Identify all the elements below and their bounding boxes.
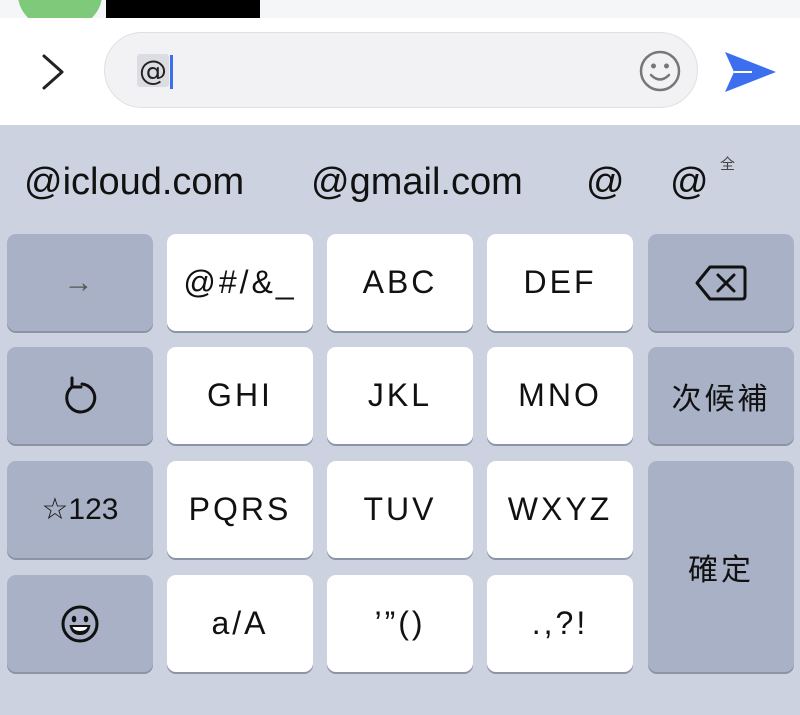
suggestion-at-halfwidth[interactable]: @ <box>586 159 625 205</box>
key-mno[interactable]: MNO <box>487 347 633 444</box>
fullwidth-mark: 全 <box>720 155 736 173</box>
key-label: DEF <box>523 264 597 300</box>
key-label: ABC <box>362 264 438 300</box>
key-punctuation[interactable]: .,?! <box>487 575 633 672</box>
key-symbols[interactable]: @#/&_ <box>167 234 313 331</box>
key-label: .,?! <box>531 605 589 641</box>
message-input-text: @ <box>137 53 173 89</box>
emoji-key[interactable] <box>7 575 153 672</box>
message-input[interactable]: @ <box>104 32 698 108</box>
suggestion-bar: @icloud.com @gmail.com @ @ 全 <box>0 125 800 230</box>
suggestion-gmail[interactable]: @gmail.com <box>311 159 523 205</box>
text-caret <box>170 55 173 89</box>
suggestion-at-fullwidth[interactable]: @ <box>670 159 709 205</box>
key-label: WXYZ <box>507 491 613 527</box>
emoji-icon <box>60 604 100 644</box>
key-label: 確定 <box>688 553 754 587</box>
delete-icon <box>694 264 748 302</box>
numbers-symbols-key[interactable]: ☆123 <box>7 461 153 558</box>
delete-key[interactable] <box>648 234 794 331</box>
redacted-name <box>106 0 260 20</box>
key-case-toggle[interactable]: a/A <box>167 575 313 672</box>
arrow-label: → <box>63 265 97 299</box>
message-input-bar: @ <box>0 18 800 125</box>
key-label: ☆123 <box>41 493 119 526</box>
key-label: GHI <box>207 377 273 413</box>
key-wxyz[interactable]: WXYZ <box>487 461 633 558</box>
key-label: TUV <box>363 491 437 527</box>
key-jkl[interactable]: JKL <box>327 347 473 444</box>
key-label: a/A <box>211 605 269 641</box>
suggestion-icloud[interactable]: @icloud.com <box>24 159 244 205</box>
key-abc[interactable]: ABC <box>327 234 473 331</box>
key-label: 次候補 <box>671 382 771 416</box>
key-label: MNO <box>518 377 602 413</box>
send-icon[interactable] <box>722 48 778 96</box>
key-label: JKL <box>367 377 433 413</box>
key-label: PQRS <box>188 491 292 527</box>
smiley-icon[interactable] <box>639 50 681 92</box>
key-tuv[interactable]: TUV <box>327 461 473 558</box>
key-label: @#/&_ <box>183 264 297 300</box>
key-pqrs[interactable]: PQRS <box>167 461 313 558</box>
next-candidate-key[interactable]: 次候補 <box>648 347 794 444</box>
key-quotes-parens[interactable]: ’”() <box>327 575 473 672</box>
undo-icon <box>60 375 100 417</box>
keyboard: @icloud.com @gmail.com @ @ 全 → @#/&_ ABC… <box>0 125 800 715</box>
confirm-key[interactable]: 確定 <box>648 461 794 672</box>
key-ghi[interactable]: GHI <box>167 347 313 444</box>
undo-key[interactable] <box>7 347 153 444</box>
key-def[interactable]: DEF <box>487 234 633 331</box>
chevron-right-icon[interactable] <box>36 52 72 92</box>
cursor-right-key[interactable]: → <box>7 234 153 331</box>
key-label: ’”() <box>374 605 426 641</box>
marked-text: @ <box>137 54 169 87</box>
